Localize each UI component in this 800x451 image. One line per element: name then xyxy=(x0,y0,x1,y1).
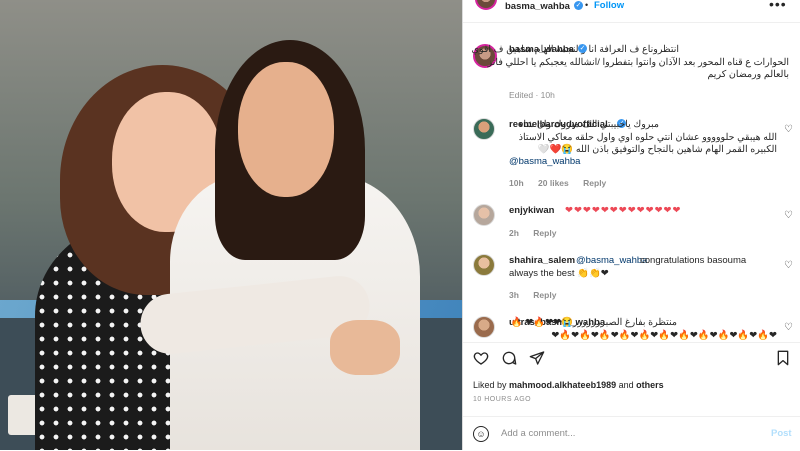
caption-edited-time: Edited · 10h xyxy=(509,90,555,100)
reply-button[interactable]: Reply xyxy=(533,290,556,300)
author-avatar[interactable] xyxy=(475,0,497,10)
post-comment-button[interactable]: Post xyxy=(771,428,792,439)
post-photo[interactable] xyxy=(0,0,462,450)
verified-icon: ✓ xyxy=(574,1,583,10)
reply-button[interactable]: Reply xyxy=(583,178,606,188)
post-actions xyxy=(463,350,800,370)
commenter-avatar[interactable] xyxy=(473,316,495,338)
follow-button[interactable]: Follow xyxy=(594,0,624,11)
add-comment-bar: ☺ Add a comment... Post xyxy=(463,416,800,451)
actions-divider xyxy=(463,342,800,343)
comment-input[interactable]: Add a comment... xyxy=(501,428,575,439)
commenter-username[interactable]: enjykiwan xyxy=(509,205,554,216)
photo-hand xyxy=(330,320,400,375)
comment-text: ❤❤❤❤❤❤❤❤❤❤❤❤❤ xyxy=(565,205,682,216)
post-header: basma_wahba ✓ • Follow ••• xyxy=(463,0,800,14)
comment-item: ultras_basma_wahba منتظرة بفارغ الصبرررر… xyxy=(463,316,800,340)
likes-summary: Liked by mahmood.alkhateeb1989 and other… xyxy=(473,380,664,390)
comment-likes[interactable]: 20 likes xyxy=(538,178,569,188)
comment-like-icon[interactable]: ♡ xyxy=(784,210,793,221)
comment-like-icon[interactable]: ♡ xyxy=(784,124,793,135)
separator-dot: • xyxy=(585,0,589,10)
comment-text: مبروك ياحبيبتي الف مبروك وان شاء الله هي… xyxy=(518,119,777,155)
caption-username[interactable]: basma_wahba xyxy=(509,44,574,55)
commenter-avatar[interactable] xyxy=(473,204,495,226)
heart-icon[interactable] xyxy=(473,350,489,366)
share-icon[interactable] xyxy=(529,350,545,366)
commenter-avatar[interactable] xyxy=(473,254,495,276)
ellipsis-icon[interactable]: ••• xyxy=(769,0,787,12)
post-side-panel: basma_wahba ✓ • Follow ••• انتظروناع ف ا… xyxy=(462,0,800,450)
comment-time: 10h xyxy=(509,178,524,188)
photo-cup xyxy=(8,395,38,435)
bookmark-icon[interactable] xyxy=(775,350,791,366)
commenter-avatar[interactable] xyxy=(473,118,495,140)
likes-others-link[interactable]: others xyxy=(636,380,664,390)
verified-icon: ✓ xyxy=(578,44,587,53)
author-username[interactable]: basma_wahba xyxy=(505,1,570,12)
likes-and: and xyxy=(618,380,634,390)
liked-by-user[interactable]: mahmood.alkhateeb1989 xyxy=(509,380,616,390)
reply-button[interactable]: Reply xyxy=(533,228,556,238)
comment-time: 2h xyxy=(509,228,519,238)
emoji-icon[interactable]: ☺ xyxy=(473,426,489,442)
comment-meta: 10h 20 likes Reply xyxy=(509,178,618,188)
likes-prefix: Liked by xyxy=(473,380,507,390)
photo-right-person-face xyxy=(238,62,334,197)
comment-like-icon[interactable]: ♡ xyxy=(784,322,793,333)
comment-icon[interactable] xyxy=(501,350,517,366)
comment-meta: 2h Reply xyxy=(509,228,568,238)
post-timestamp[interactable]: 10 HOURS AGO xyxy=(473,396,531,403)
comment-text: منتظرة بفارغ الصبررررررر😭❤❤🔥❤ 🔥❤🔥❤🔥❤🔥❤🔥❤… xyxy=(510,317,777,340)
header-divider xyxy=(463,22,800,23)
comment-mention[interactable]: @basma_wahba xyxy=(509,156,580,167)
comment-meta: 3h Reply xyxy=(509,290,568,300)
comment-time: 3h xyxy=(509,290,519,300)
comment-like-icon[interactable]: ♡ xyxy=(784,260,793,271)
comment-text: congratulations basouma always the best … xyxy=(509,255,747,279)
